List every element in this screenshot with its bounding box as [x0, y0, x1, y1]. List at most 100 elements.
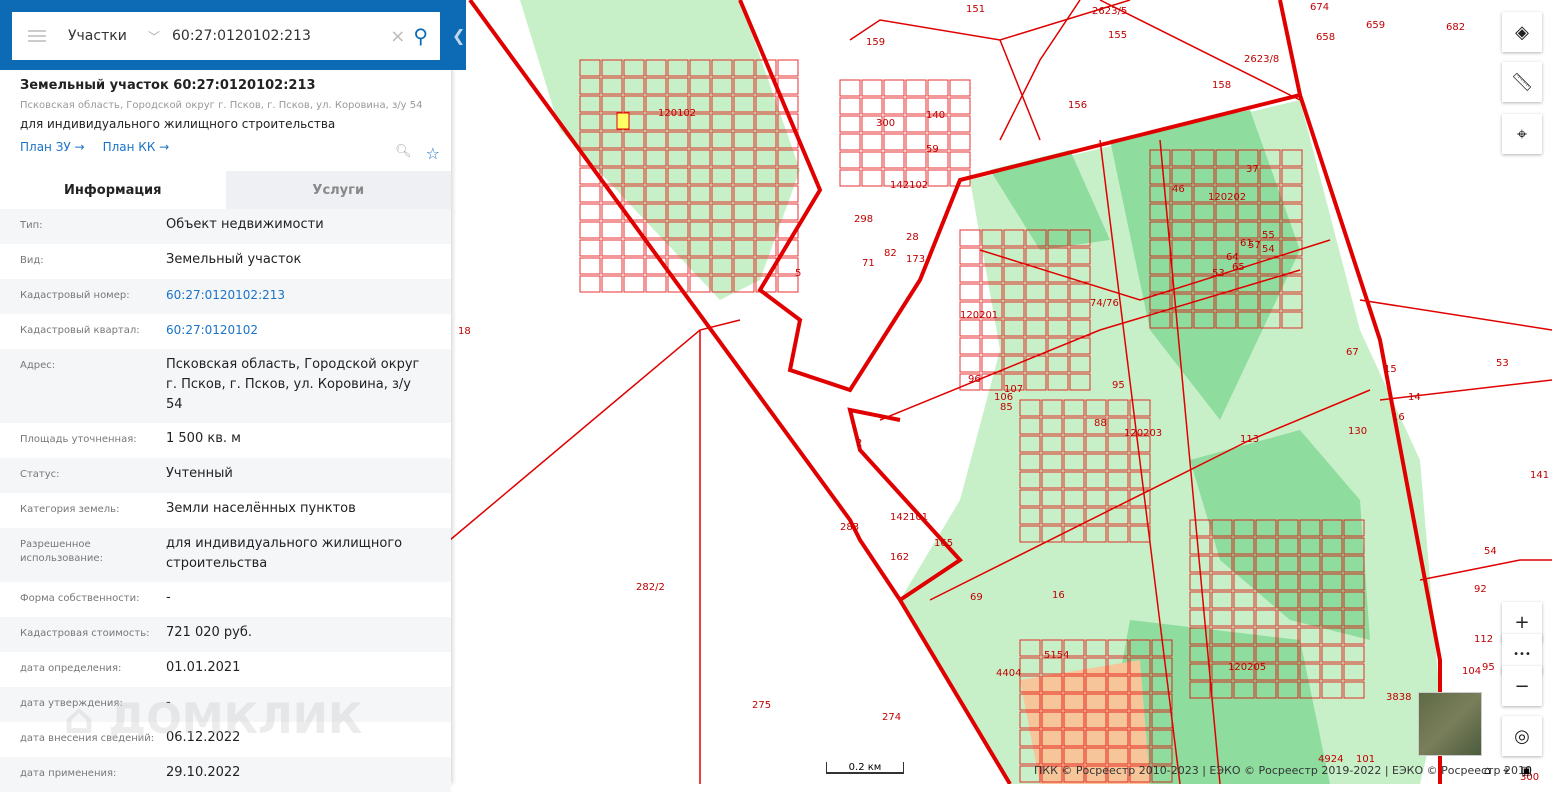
fullscreen-icon[interactable]: ▣: [1521, 764, 1531, 778]
info-value: -: [166, 590, 171, 605]
parcel-label: 283: [840, 522, 859, 533]
parcel-label: 162: [890, 552, 909, 563]
parcel-label: 2623/5: [1092, 6, 1127, 17]
parcel-label: 300: [876, 118, 895, 129]
parcel-label: 96: [968, 374, 981, 385]
parcel-label: 674: [1310, 2, 1329, 13]
info-value[interactable]: 60:27:0120102: [166, 320, 451, 340]
parcel-label: 120102: [658, 108, 696, 119]
info-row: Кадастровая стоимость: 721 020 руб.: [0, 617, 451, 652]
parcel-label: 2623/8: [1244, 54, 1279, 65]
parcel-label: 120202: [1208, 192, 1246, 203]
info-row: Площадь уточненная: 1 500 кв. м: [0, 423, 451, 458]
parcel-label: 37: [1246, 164, 1259, 175]
info-label: Кадастровый квартал:: [20, 325, 140, 336]
info-panel: Земельный участок 60:27:0120102:213 Пско…: [0, 0, 451, 792]
parcel-label: 159: [866, 37, 885, 48]
home-icon[interactable]: ⌂: [1484, 764, 1491, 778]
parcel-label: 658: [1316, 32, 1335, 43]
menu-icon[interactable]: [28, 30, 46, 42]
parcel-label: 57: [1248, 240, 1261, 251]
tab-info[interactable]: Информация: [0, 171, 226, 209]
info-label: Категория земель:: [20, 504, 120, 515]
parcel-label: 282/2: [636, 582, 665, 593]
collapse-panel-icon[interactable]: ❮: [452, 26, 465, 45]
parcel-label: 54: [1262, 244, 1275, 255]
scale-bar: 0.2 км: [826, 762, 904, 774]
parcel-label: 275: [752, 700, 771, 711]
parcel-label: 82: [884, 248, 897, 259]
parcel-label: 59: [926, 144, 939, 155]
parcel-label: 165: [934, 538, 953, 549]
parcel-label: 28: [906, 232, 919, 243]
info-row: Статус: Учтенный: [0, 458, 451, 493]
layer-select[interactable]: Участки: [68, 28, 127, 44]
info-value: 01.01.2021: [166, 660, 241, 675]
info-row: дата внесения сведений: 06.12.2022: [0, 722, 451, 757]
search-bar-container: Участки ﹀ 60:27:0120102:213 × ⚲: [0, 0, 466, 70]
document-search-icon[interactable]: 🔍︎: [395, 144, 412, 163]
parcel-label: 95: [1112, 380, 1125, 391]
parcel-label: 156: [1068, 100, 1087, 111]
info-row: Вид: Земельный участок: [0, 244, 451, 279]
locate-icon[interactable]: ⌖: [1503, 764, 1509, 778]
search-input[interactable]: 60:27:0120102:213: [172, 28, 390, 44]
close-icon[interactable]: ×: [390, 26, 405, 47]
parcel-label: 95: [1482, 662, 1495, 673]
info-label: дата утверждения:: [20, 698, 123, 709]
parcel-label: 120201: [960, 310, 998, 321]
info-label: Кадастровый номер:: [20, 290, 130, 301]
star-icon[interactable]: ☆: [426, 144, 440, 163]
selected-parcel[interactable]: [616, 112, 630, 130]
parcel-label: 55: [1262, 230, 1275, 241]
chevron-down-icon[interactable]: ﹀: [148, 28, 160, 45]
info-row: дата определения: 01.01.2021: [0, 652, 451, 687]
parcel-label: 18: [458, 326, 471, 337]
plan-kk-link[interactable]: План КК →: [103, 140, 170, 154]
info-label: дата внесения сведений:: [20, 733, 155, 744]
parcel-label: 2: [856, 438, 862, 449]
parcel-label: 113: [1240, 434, 1259, 445]
parcel-label: 15: [1384, 364, 1397, 375]
zoom-out-button[interactable]: −: [1502, 666, 1542, 706]
compass-icon: ◎: [1514, 725, 1530, 747]
satellite-minimap[interactable]: [1418, 692, 1482, 756]
plan-zu-link[interactable]: План ЗУ →: [20, 140, 85, 154]
info-row: дата утверждения: -: [0, 687, 451, 722]
info-value: 1 500 кв. м: [166, 431, 241, 446]
parcel-label: 5154: [1044, 650, 1069, 661]
parcel-label: 53: [1496, 358, 1509, 369]
parcel-label: 67: [1346, 347, 1359, 358]
info-value: 29.10.2022: [166, 765, 241, 780]
info-row: Адрес: Псковская область, Городской округ…: [0, 349, 451, 423]
search-icon[interactable]: ⚲: [413, 24, 428, 48]
parcel-label: 107: [1004, 384, 1023, 395]
info-value: Учтенный: [166, 466, 233, 481]
info-row: Кадастровый номер: 60:27:0120102:213: [0, 279, 451, 314]
info-row: Форма собственности: -: [0, 582, 451, 617]
parcel-label: 14: [1408, 392, 1421, 403]
info-value[interactable]: 60:27:0120102:213: [166, 285, 451, 305]
parcel-label: 69: [970, 592, 983, 603]
parcel-label: 142101: [890, 512, 928, 523]
parcel-label: 298: [854, 214, 873, 225]
layers-button[interactable]: ◈: [1502, 12, 1542, 52]
compass-button[interactable]: ◎: [1502, 716, 1542, 756]
info-row: Категория земель: Земли населённых пункто…: [0, 493, 451, 528]
attribution: ПКК © Росреестр 2010-2023 | ЕЭКО © Росре…: [1034, 764, 1532, 777]
measure-button[interactable]: 📏︎: [1502, 62, 1542, 102]
info-value: 06.12.2022: [166, 730, 241, 745]
tab-services[interactable]: Услуги: [225, 171, 451, 209]
info-value: Земельный участок: [166, 252, 302, 267]
parcel-label: 151: [966, 4, 985, 15]
parcel-label: 65: [1232, 262, 1245, 273]
info-row: дата применения: 29.10.2022: [0, 757, 451, 792]
crosshair-icon: ⌖: [1516, 123, 1528, 145]
parcel-label: 274: [882, 712, 901, 723]
info-row: Кадастровый квартал: 60:27:0120102: [0, 314, 451, 349]
ruler-icon: 📏︎: [1510, 71, 1534, 93]
parcel-label: 74/76: [1090, 298, 1119, 309]
info-label: Кадастровая стоимость:: [20, 628, 150, 639]
locate-button[interactable]: ⌖: [1502, 114, 1542, 154]
search-box: Участки ﹀ 60:27:0120102:213 × ⚲: [12, 12, 440, 60]
